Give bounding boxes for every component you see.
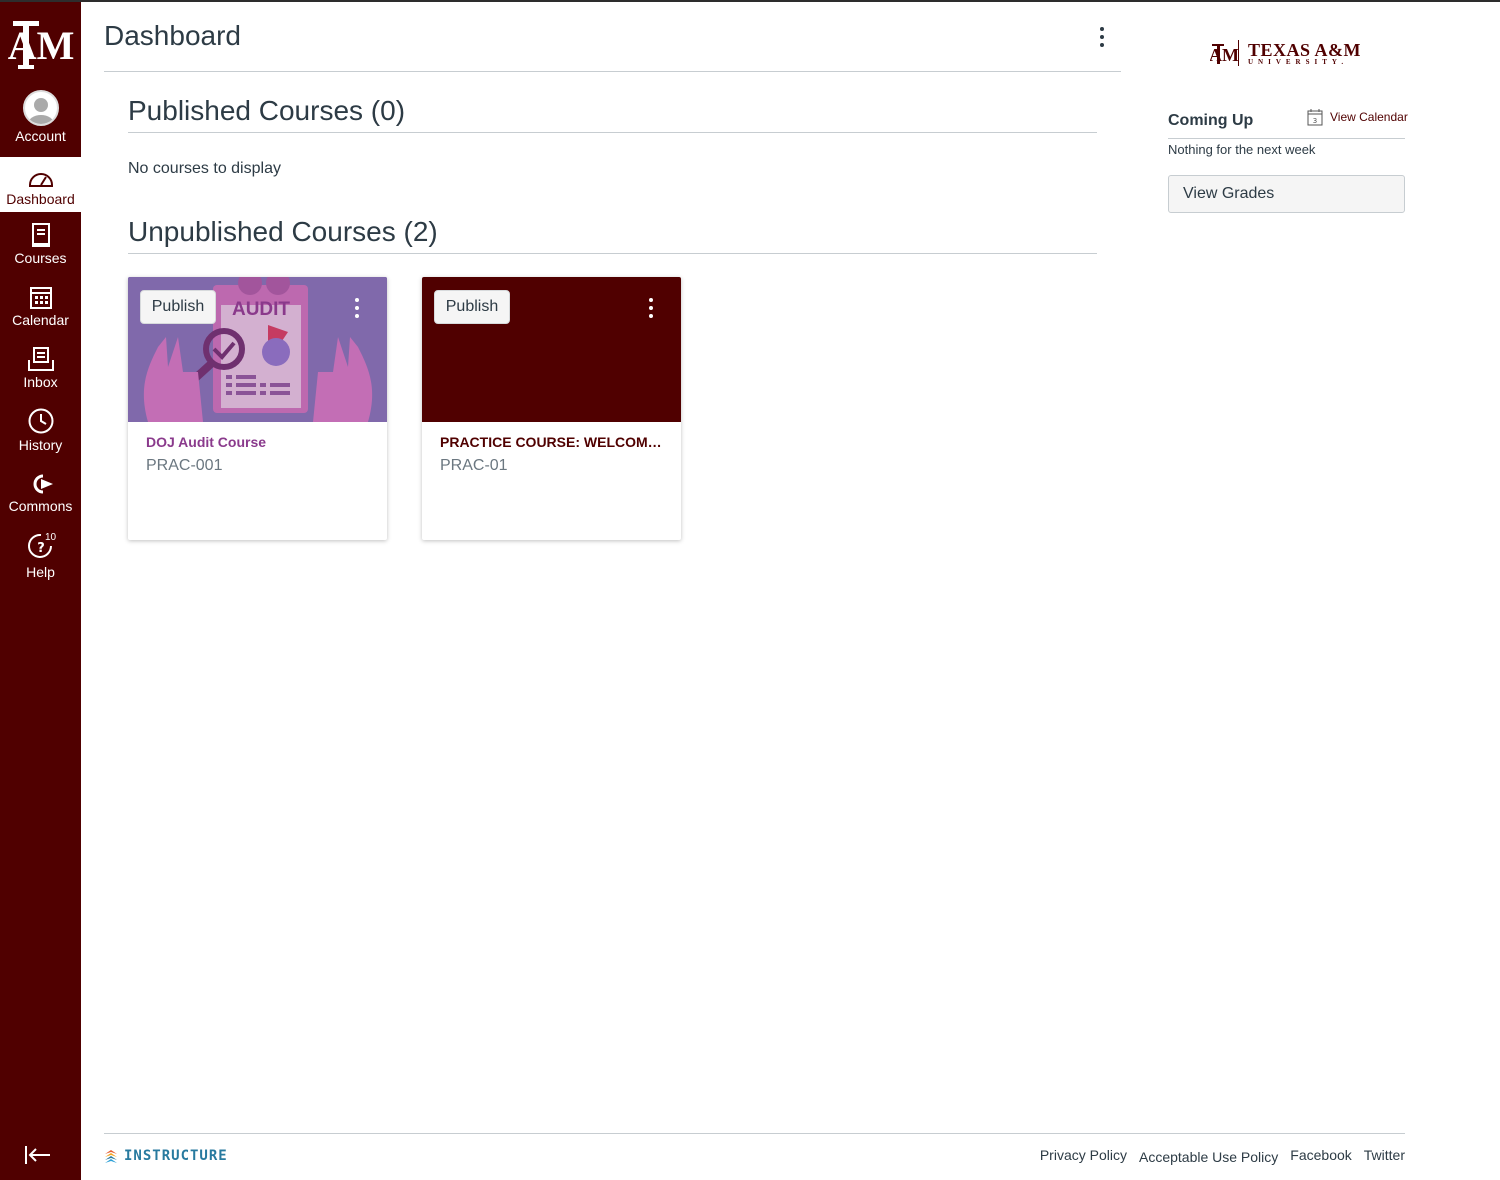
- instructure-wordmark: INSTRUCTURE: [124, 1148, 228, 1164]
- inbox-icon: [27, 347, 54, 371]
- view-calendar-link[interactable]: 3 View Calendar: [1307, 108, 1408, 126]
- nav-label: Calendar: [12, 312, 69, 328]
- course-card[interactable]: AUDIT Publish DOJ Audit Course PRAC-001: [128, 277, 387, 540]
- help-badge: 10: [45, 532, 57, 543]
- nav-item-history[interactable]: History: [0, 407, 81, 453]
- svg-text:?: ?: [37, 541, 45, 556]
- svg-text:AM: AM: [8, 23, 74, 68]
- course-code: PRAC-01: [440, 457, 508, 474]
- calendar-icon: [29, 287, 52, 309]
- svg-text:AM: AM: [1210, 45, 1238, 65]
- view-calendar-label: View Calendar: [1330, 110, 1408, 124]
- course-name-link[interactable]: PRACTICE COURSE: WELCOME TO CANVAS: [440, 434, 665, 450]
- published-courses-heading: Published Courses (0): [128, 95, 406, 126]
- section-divider: [128, 253, 1097, 254]
- collapse-nav-button[interactable]: [22, 1142, 54, 1168]
- publish-button[interactable]: Publish: [434, 290, 510, 324]
- footer-divider: [104, 1133, 1405, 1134]
- facebook-link[interactable]: Facebook: [1290, 1147, 1351, 1165]
- nav-item-commons[interactable]: Commons: [0, 472, 81, 514]
- nav-item-account[interactable]: Account: [0, 90, 81, 144]
- nav-label: History: [18, 437, 63, 453]
- publish-button[interactable]: Publish: [140, 290, 216, 324]
- course-card[interactable]: Publish PRACTICE COURSE: WELCOME TO CANV…: [422, 277, 681, 540]
- global-navigation: AM Account Dashboard Courses Calendar In…: [0, 0, 1500, 1180]
- card-options-button[interactable]: [644, 295, 658, 321]
- tamu-logo-icon: AM: [1210, 44, 1238, 65]
- brand-divider: [1238, 40, 1239, 66]
- coming-up-divider: [1168, 138, 1405, 139]
- nav-label: Help: [26, 564, 55, 580]
- nav-label: Commons: [8, 498, 73, 514]
- section-divider: [128, 132, 1097, 133]
- dashboard-icon: [28, 173, 53, 187]
- nav-label: Account: [15, 128, 66, 144]
- nav-item-courses[interactable]: Courses: [0, 222, 81, 266]
- card-options-button[interactable]: [350, 295, 364, 321]
- acceptable-use-policy-link[interactable]: Acceptable Use Policy: [1139, 1149, 1278, 1165]
- nav-label: Courses: [14, 250, 67, 266]
- avatar: [22, 90, 59, 126]
- brand-name: TEXAS A&M: [1248, 39, 1362, 60]
- dashboard-options-button[interactable]: [1092, 24, 1112, 50]
- nav-item-calendar[interactable]: Calendar: [0, 284, 81, 328]
- calendar-day-number: 3: [1313, 117, 1317, 125]
- course-name-link[interactable]: DOJ Audit Course: [146, 434, 371, 450]
- view-grades-button[interactable]: View Grades: [1168, 175, 1405, 213]
- nothing-upcoming-message: Nothing for the next week: [1168, 142, 1316, 157]
- instructure-mark-icon: [105, 1150, 117, 1163]
- footer-links: Privacy Policy Acceptable Use Policy Fac…: [1040, 1147, 1405, 1165]
- privacy-policy-link[interactable]: Privacy Policy: [1040, 1147, 1127, 1165]
- nav-item-dashboard[interactable]: Dashboard: [0, 157, 81, 212]
- nav-label: Inbox: [23, 374, 58, 390]
- brand-subtitle: UNIVERSITY.: [1248, 57, 1349, 66]
- course-card-hero[interactable]: Publish: [422, 277, 681, 422]
- coming-up-heading: Coming Up: [1168, 112, 1254, 129]
- instructure-logo[interactable]: INSTRUCTURE: [104, 1148, 228, 1164]
- texas-am-brand[interactable]: AM TEXAS A&M UNIVERSITY.: [1210, 40, 1361, 66]
- nav-item-inbox[interactable]: Inbox: [0, 346, 81, 390]
- calendar-small-icon: 3: [1307, 109, 1323, 126]
- twitter-link[interactable]: Twitter: [1364, 1147, 1405, 1165]
- page-title: Dashboard: [104, 20, 241, 51]
- no-courses-message: No courses to display: [128, 160, 281, 177]
- nav-item-help[interactable]: ? 10 Help: [0, 532, 81, 580]
- course-card-hero[interactable]: AUDIT Publish: [128, 277, 387, 422]
- history-icon: [28, 408, 53, 434]
- tamu-logo-icon[interactable]: AM: [0, 8, 81, 78]
- commons-icon: [33, 474, 53, 494]
- nav-label: Dashboard: [6, 191, 75, 207]
- window-top-border: [0, 0, 1500, 2]
- unpublished-courses-heading: Unpublished Courses (2): [128, 216, 438, 247]
- collapse-arrow-icon: [25, 1146, 50, 1164]
- title-divider: [104, 71, 1121, 72]
- course-code: PRAC-001: [146, 457, 223, 474]
- courses-icon: [31, 223, 50, 247]
